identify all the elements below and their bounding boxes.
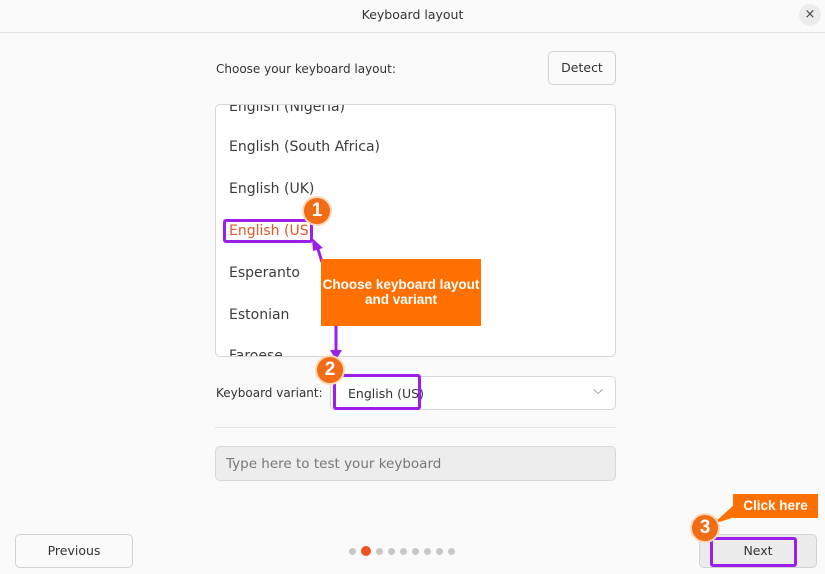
variant-label: Keyboard variant: <box>216 386 323 400</box>
layout-item-faroese[interactable]: Faroese <box>229 348 283 356</box>
keyboard-test-input[interactable] <box>215 446 616 481</box>
step-indicator <box>349 546 455 556</box>
title-bar: Keyboard layout × <box>0 0 825 33</box>
step-dot-current <box>361 546 371 556</box>
step-dot <box>424 547 431 555</box>
next-button[interactable]: Next <box>699 534 817 568</box>
layout-prompt-label: Choose your keyboard layout: <box>216 62 396 76</box>
step-badge-2: 2 <box>315 355 345 385</box>
divider <box>215 427 616 428</box>
step-dot <box>400 547 407 555</box>
installer-window: Keyboard layout × Choose your keyboard l… <box>0 0 825 574</box>
close-button[interactable]: × <box>799 4 821 26</box>
step-dot <box>412 547 419 555</box>
detect-button[interactable]: Detect <box>548 51 616 85</box>
step-badge-3: 3 <box>690 513 720 543</box>
click-here-callout: Click here <box>733 494 818 518</box>
variant-dropdown[interactable]: English (US) ⌵ <box>330 376 616 410</box>
layout-item-english-south-africa[interactable]: English (South Africa) <box>229 139 380 155</box>
layout-item-estonian[interactable]: Estonian <box>229 307 289 323</box>
previous-button[interactable]: Previous <box>15 534 133 568</box>
variant-value: English (US) <box>348 386 424 401</box>
layout-item-esperanto[interactable]: Esperanto <box>229 265 300 281</box>
step-dot <box>448 547 455 555</box>
layout-item-english-us[interactable]: English (US) <box>229 223 314 239</box>
close-icon: × <box>804 7 816 22</box>
layout-item-english-nigeria[interactable]: English (Nigeria) <box>229 105 345 115</box>
step-dot <box>436 547 443 555</box>
step-dot <box>376 547 383 555</box>
step-badge-1: 1 <box>302 196 332 226</box>
step-dot <box>349 547 356 555</box>
layout-item-english-uk[interactable]: English (UK) <box>229 181 314 197</box>
chevron-down-icon: ⌵ <box>593 383 603 398</box>
step-dot <box>388 547 395 555</box>
instruction-callout: Choose keyboard layout and variant <box>321 259 481 326</box>
window-title: Keyboard layout <box>361 7 464 22</box>
